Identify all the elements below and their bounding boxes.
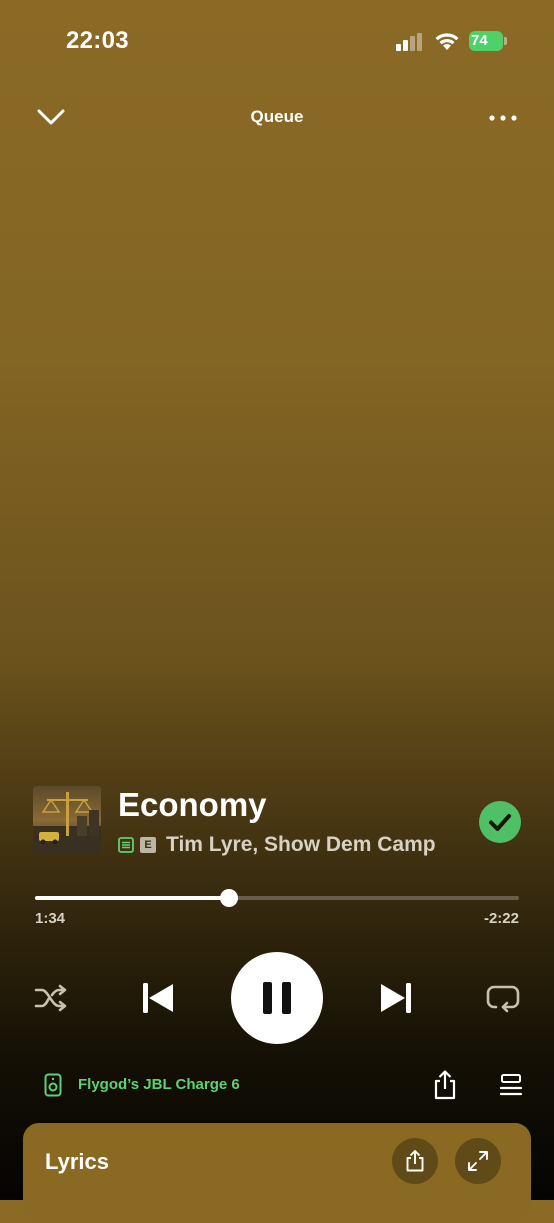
status-time: 22:03 (66, 27, 129, 54)
progress-handle[interactable] (219, 889, 238, 907)
lyrics-expand-button[interactable] (455, 1138, 501, 1184)
expand-icon (468, 1151, 488, 1171)
previous-icon[interactable] (140, 980, 176, 1016)
signal-icon (396, 33, 422, 51)
elapsed-time: 1:34 (35, 910, 66, 927)
battery-level: 74 (471, 32, 488, 49)
check-icon (489, 814, 511, 831)
share-icon (406, 1150, 424, 1172)
track-artists[interactable]: Tim Lyre, Show Dem Camp (166, 833, 436, 857)
pause-button[interactable] (231, 952, 323, 1044)
liked-button[interactable] (479, 801, 521, 843)
pause-icon (263, 982, 291, 1014)
battery-icon: 74 (469, 31, 509, 51)
repeat-icon[interactable] (485, 982, 521, 1014)
lyrics-badge-icon (118, 837, 134, 853)
lyrics-label: Lyrics (45, 1149, 110, 1174)
speaker-icon[interactable] (44, 1073, 62, 1097)
progress-fill (35, 896, 229, 900)
progress-bar[interactable] (35, 889, 519, 907)
share-icon[interactable] (432, 1070, 458, 1100)
explicit-badge: E (140, 837, 156, 853)
wifi-icon (435, 33, 459, 50)
shuffle-icon[interactable] (33, 982, 69, 1014)
track-meta: E Tim Lyre, Show Dem Camp (118, 833, 444, 861)
track-title: Economy (118, 786, 267, 823)
album-cover[interactable] (33, 786, 101, 854)
queue-icon[interactable] (498, 1073, 524, 1097)
lyrics-share-button[interactable] (392, 1138, 438, 1184)
more-icon[interactable] (488, 114, 518, 122)
page-title: Queue (250, 107, 304, 126)
connected-device[interactable]: Flygod’s JBL Charge 6 (78, 1076, 240, 1093)
remaining-time: -2:22 (483, 910, 519, 927)
next-icon[interactable] (378, 980, 414, 1016)
